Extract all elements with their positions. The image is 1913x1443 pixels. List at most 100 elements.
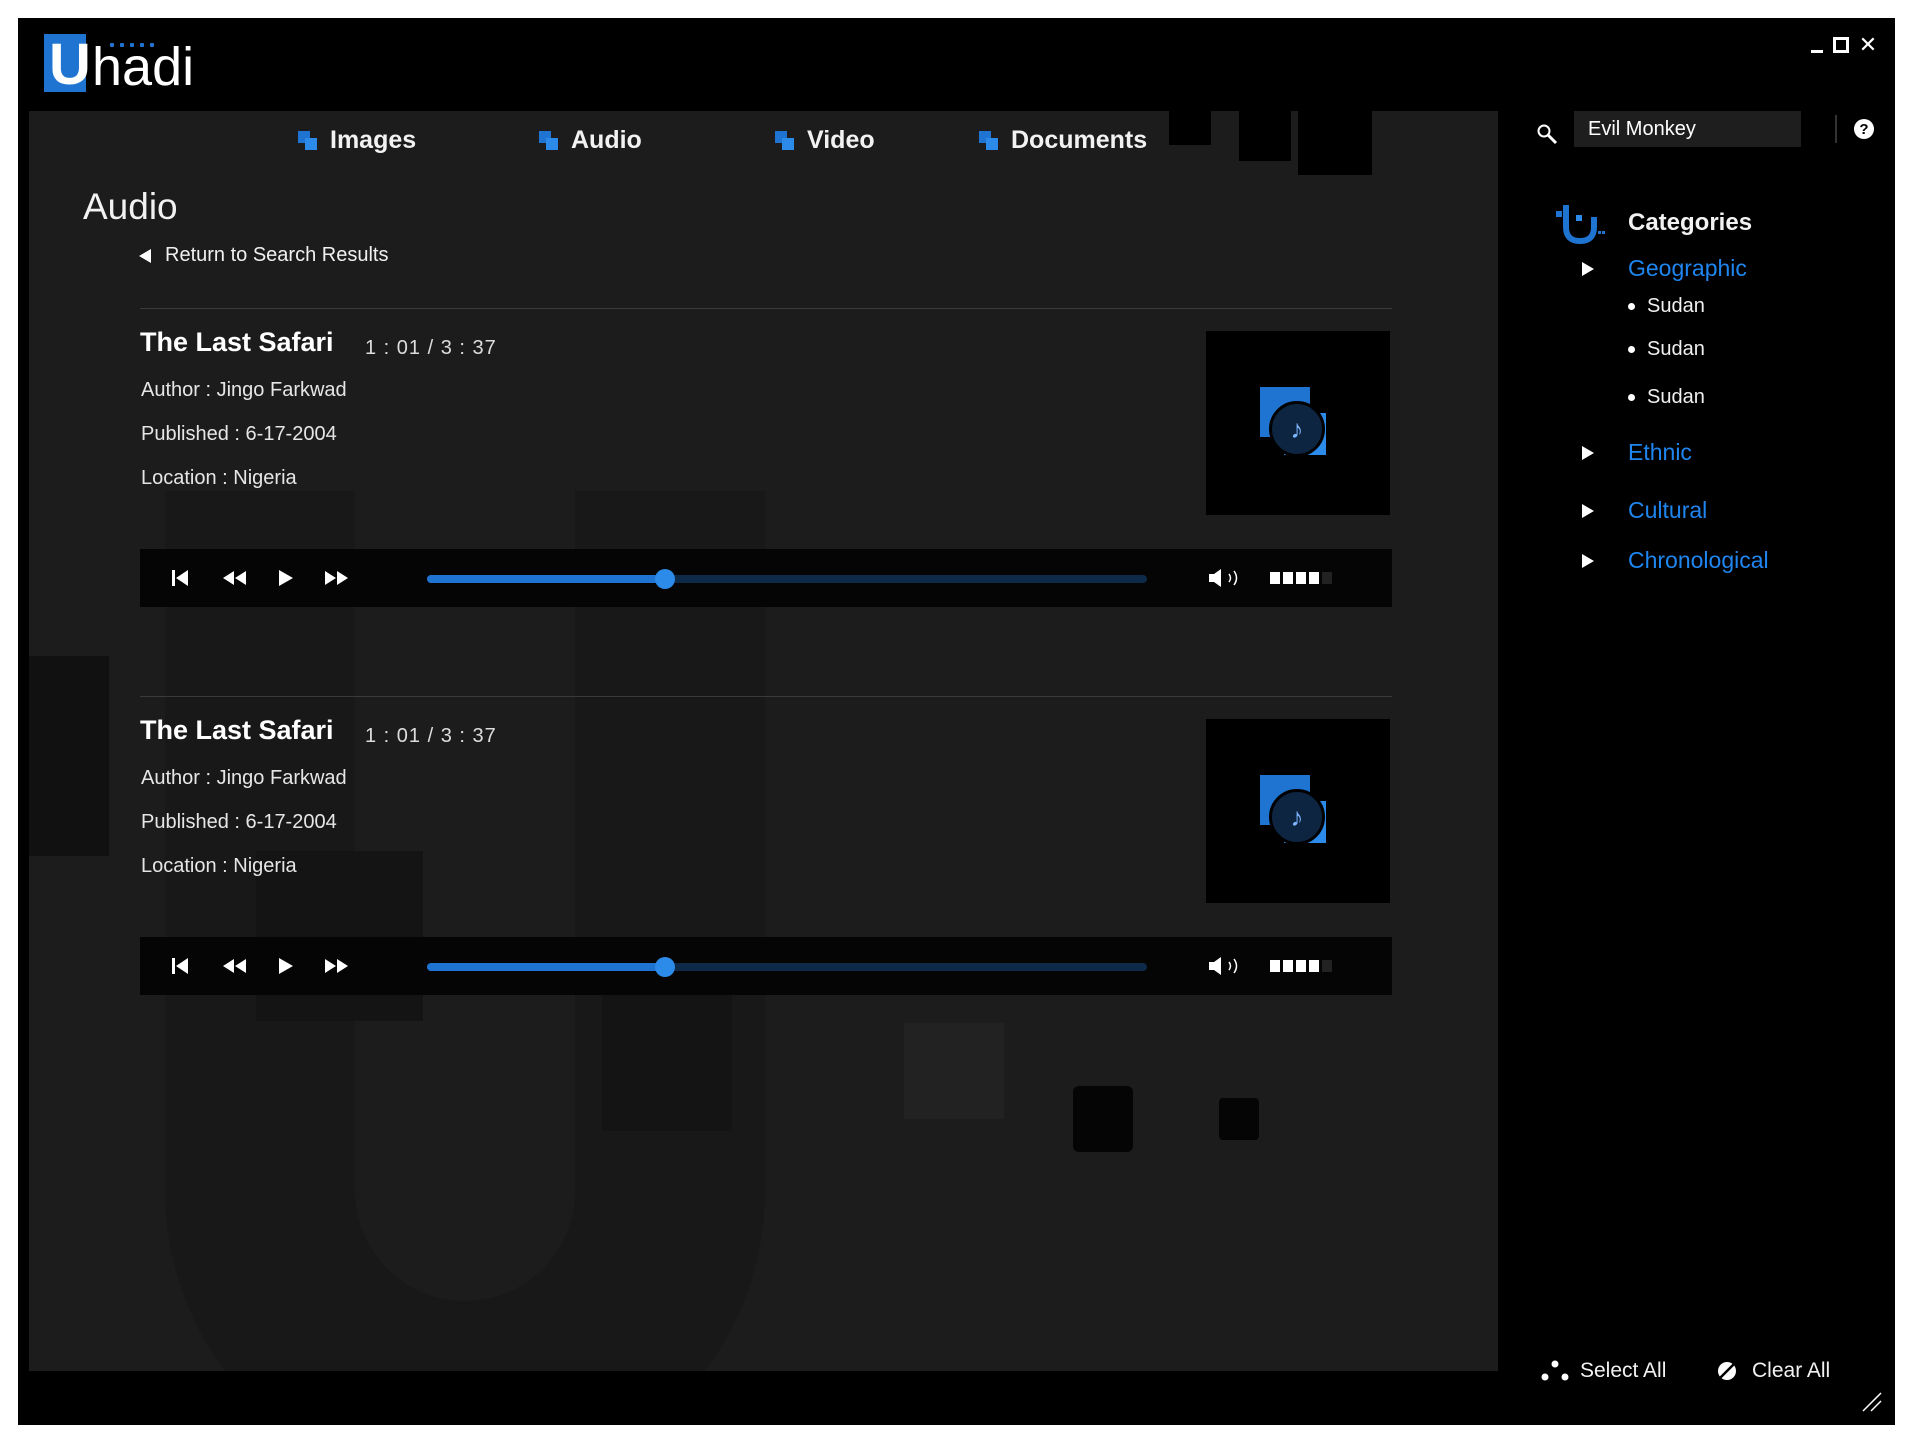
category-chronological[interactable]: Chronological — [1582, 547, 1769, 574]
background-block — [1219, 1098, 1259, 1140]
track-published: Published : 6-17-2004 — [141, 423, 337, 445]
category-label: Ethnic — [1628, 439, 1692, 465]
background-block — [1073, 1086, 1133, 1152]
album-art[interactable]: ♪ — [1206, 719, 1390, 903]
category-geographic[interactable]: Geographic — [1582, 255, 1747, 282]
audio-result: The Last Safari 1 : 01 / 3 : 37 Author :… — [140, 697, 1392, 1087]
logo-text: hadi — [92, 37, 195, 97]
category-ethnic[interactable]: Ethnic — [1582, 439, 1692, 466]
audio-result: The Last Safari 1 : 01 / 3 : 37 Author :… — [140, 309, 1392, 699]
audio-tab-icon — [539, 130, 559, 151]
media-nav: Images Audio Video Documents — [29, 126, 1498, 166]
subcategory-item[interactable]: Sudan — [1628, 338, 1705, 361]
seek-bar[interactable] — [427, 957, 1147, 977]
volume-segment[interactable] — [1322, 960, 1332, 972]
close-icon[interactable]: ✕ — [1859, 32, 1877, 57]
track-location: Location : Nigeria — [141, 855, 297, 877]
rewind-icon — [223, 571, 246, 585]
tab-audio[interactable]: Audio — [539, 126, 642, 155]
images-tab-icon — [298, 130, 318, 151]
track-title[interactable]: The Last Safari — [140, 327, 334, 358]
select-all-button[interactable]: Select All — [1540, 1359, 1666, 1383]
seek-progress — [427, 575, 665, 583]
search-separator — [1835, 115, 1837, 143]
seek-progress — [427, 963, 665, 971]
category-label: Geographic — [1628, 255, 1747, 281]
volume-segment[interactable] — [1270, 960, 1280, 972]
skip-back-button[interactable] — [170, 568, 190, 588]
tab-images[interactable]: Images — [298, 126, 416, 155]
tab-documents[interactable]: Documents — [979, 126, 1147, 155]
window-controls: ✕ — [1811, 32, 1877, 57]
categories-header: Categories — [1554, 201, 1752, 245]
audio-player — [140, 937, 1392, 995]
categories-logo-icon — [1554, 201, 1606, 245]
uhadi-logo: U hadi — [44, 34, 224, 104]
track-location: Location : Nigeria — [141, 467, 297, 489]
seek-handle[interactable] — [654, 957, 675, 977]
volume-segment[interactable] — [1283, 960, 1293, 972]
return-to-results-link[interactable]: Return to Search Results — [139, 244, 388, 267]
rewind-button[interactable] — [220, 956, 248, 976]
music-note-icon: ♪ — [1269, 789, 1325, 845]
expand-arrow-icon — [1582, 503, 1594, 518]
clear-all-icon — [1718, 1362, 1736, 1380]
track-time: 1 : 01 / 3 : 37 — [365, 337, 497, 359]
volume-segment[interactable] — [1270, 572, 1280, 584]
tab-documents-label: Documents — [1011, 126, 1148, 154]
subcategory-item[interactable]: Sudan — [1628, 295, 1705, 318]
speaker-icon — [1209, 569, 1238, 587]
volume-level[interactable] — [1270, 960, 1332, 972]
volume-segment[interactable] — [1296, 572, 1306, 584]
skip-back-button[interactable] — [170, 956, 190, 976]
expand-arrow-icon — [1582, 261, 1594, 276]
resize-grip-icon[interactable] — [1861, 1391, 1883, 1413]
minimize-icon[interactable] — [1811, 38, 1823, 53]
clear-all-button[interactable]: Clear All — [1716, 1359, 1830, 1383]
search-icon[interactable] — [1536, 123, 1558, 150]
expand-arrow-icon — [1582, 445, 1594, 460]
tab-video-label: Video — [807, 126, 875, 154]
volume-segment[interactable] — [1309, 572, 1319, 584]
rewind-icon — [223, 959, 246, 973]
video-tab-icon — [775, 130, 795, 151]
album-art[interactable]: ♪ — [1206, 331, 1390, 515]
volume-segment[interactable] — [1296, 960, 1306, 972]
volume-level[interactable] — [1270, 572, 1332, 584]
category-label: Chronological — [1628, 547, 1769, 573]
play-button[interactable] — [277, 568, 295, 588]
seek-bar[interactable] — [427, 569, 1147, 589]
search-input[interactable] — [1574, 111, 1801, 147]
subcategory-item[interactable]: Sudan — [1628, 386, 1705, 409]
volume-segment[interactable] — [1322, 572, 1332, 584]
tab-images-label: Images — [330, 126, 417, 154]
volume-button[interactable] — [1207, 955, 1245, 982]
app-window: U hadi ✕ Images Audio Video Documents Au… — [18, 18, 1895, 1425]
return-to-results-label: Return to Search Results — [165, 244, 389, 266]
help-icon[interactable]: ? — [1854, 119, 1874, 139]
fast-forward-icon — [325, 571, 348, 585]
seek-handle[interactable] — [654, 569, 675, 589]
tab-video[interactable]: Video — [775, 126, 875, 155]
categories-title: Categories — [1628, 209, 1753, 236]
fast-forward-icon — [325, 959, 348, 973]
volume-segment[interactable] — [1283, 572, 1293, 584]
maximize-icon[interactable] — [1833, 37, 1849, 53]
select-all-label: Select All — [1580, 1359, 1667, 1382]
main-panel: Images Audio Video Documents Audio Retur… — [29, 111, 1498, 1371]
volume-segment[interactable] — [1309, 960, 1319, 972]
play-icon — [279, 958, 293, 974]
fast-forward-button[interactable] — [323, 568, 351, 588]
track-published: Published : 6-17-2004 — [141, 811, 337, 833]
track-author: Author : Jingo Farkwad — [141, 379, 347, 401]
tab-audio-label: Audio — [571, 126, 642, 154]
track-author: Author : Jingo Farkwad — [141, 767, 347, 789]
back-arrow-icon — [139, 248, 151, 263]
fast-forward-button[interactable] — [323, 956, 351, 976]
category-cultural[interactable]: Cultural — [1582, 497, 1707, 524]
rewind-button[interactable] — [220, 568, 248, 588]
volume-button[interactable] — [1207, 567, 1245, 594]
category-label: Cultural — [1628, 497, 1708, 523]
track-title[interactable]: The Last Safari — [140, 715, 334, 746]
play-button[interactable] — [277, 956, 295, 976]
